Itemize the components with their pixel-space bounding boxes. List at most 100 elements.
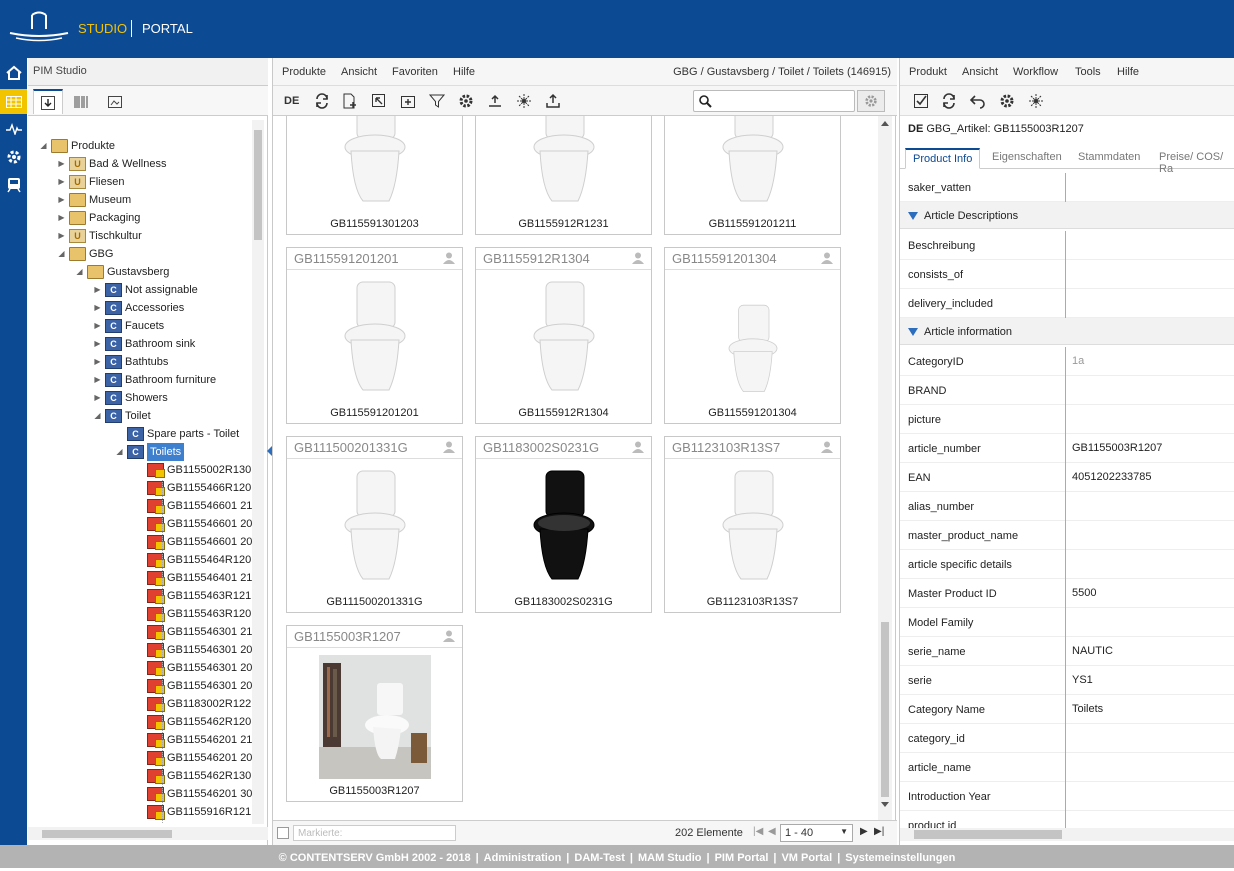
scroll-up-icon[interactable] (881, 121, 889, 126)
checkin-icon[interactable] (911, 91, 931, 111)
section-toggle-icon[interactable] (908, 212, 918, 220)
property-value[interactable]: 1a (1072, 355, 1084, 367)
tree-node[interactable]: ▶ Packaging (56, 209, 140, 227)
expand-toggle-icon[interactable]: ▶ (92, 299, 103, 317)
tree-node[interactable]: C Spare parts - Toilet (114, 425, 239, 443)
undo-icon[interactable] (968, 91, 988, 111)
menu-produkte[interactable]: Produkte (282, 66, 326, 78)
property-value[interactable]: Toilets (1072, 703, 1103, 715)
product-card[interactable]: GB115591201304 GB115591201304 (664, 247, 841, 424)
tab-tree[interactable] (33, 89, 63, 114)
section-toggle-icon[interactable] (908, 328, 918, 336)
train-icon[interactable] (0, 172, 27, 197)
tree-node[interactable]: GB1183002R122 (134, 695, 251, 713)
tree-node[interactable]: ▶ C Bathroom furniture (92, 371, 216, 389)
tree-node[interactable]: ▶ U Fliesen (56, 173, 124, 191)
footer-link[interactable]: MAM Studio (638, 852, 702, 864)
home-icon[interactable] (0, 60, 27, 85)
user-icon[interactable] (632, 441, 644, 453)
tree-node[interactable]: GB115546601 20 (134, 515, 252, 533)
menu-hilfe[interactable]: Hilfe (1117, 66, 1139, 78)
tree-node[interactable]: GB115546601 20 (134, 533, 252, 551)
menu-workflow[interactable]: Workflow (1013, 66, 1058, 78)
product-card[interactable]: GB1123103R13S7 GB1123103R13S7 (664, 436, 841, 613)
product-card[interactable]: GB1155912R1304 GB1155912R1304 (475, 247, 652, 424)
tree-node[interactable]: GB1155462R130 (134, 767, 251, 785)
scroll-thumb[interactable] (881, 622, 889, 797)
tab-preise[interactable]: Preise/ COS/ Ra (1152, 148, 1234, 175)
expand-toggle-icon[interactable]: ▶ (56, 173, 67, 191)
select-icon[interactable] (369, 91, 389, 111)
tree-node[interactable]: GB115546201 30 (134, 785, 252, 803)
footer-link[interactable]: DAM-Test (574, 852, 625, 864)
refresh-icon[interactable] (939, 91, 959, 111)
tree-node[interactable]: ▶ C Faucets (92, 317, 164, 335)
property-value[interactable]: YS1 (1072, 674, 1093, 686)
tree-node[interactable]: GB115546201 21 (134, 731, 252, 749)
network-icon[interactable] (1026, 91, 1046, 111)
tree-node[interactable]: ◢ Produkte (38, 137, 115, 155)
tab-eigenschaften[interactable]: Eigenschaften (985, 148, 1069, 169)
settings-icon[interactable] (0, 144, 27, 169)
gear-icon[interactable] (456, 91, 476, 111)
search-settings-icon[interactable] (857, 90, 885, 112)
footer-link[interactable]: VM Portal (781, 852, 832, 864)
next-page-icon[interactable]: ▶ (860, 826, 868, 837)
new-item-icon[interactable] (340, 91, 360, 111)
expand-toggle-icon[interactable]: ▶ (92, 281, 103, 299)
property-value[interactable]: 5500 (1072, 587, 1096, 599)
studio-link[interactable]: STUDIO (78, 21, 127, 36)
tree-node[interactable]: ◢ C Toilet (92, 407, 151, 425)
footer-link[interactable]: Administration (484, 852, 562, 864)
collapse-toggle-icon[interactable]: ◢ (56, 245, 67, 263)
prev-page-icon[interactable]: ◀ (768, 826, 776, 837)
portal-link[interactable]: PORTAL (142, 21, 193, 36)
collapse-toggle-icon[interactable]: ◢ (38, 137, 49, 155)
tree-node[interactable]: GB115546601 21 (134, 497, 252, 515)
detail-horizontal-scrollbar[interactable] (900, 828, 1234, 841)
tree-vertical-scrollbar[interactable] (252, 120, 264, 824)
expand-toggle-icon[interactable]: ▶ (92, 335, 103, 353)
scroll-down-icon[interactable] (881, 802, 889, 807)
tree-node[interactable]: ◢ GBG (56, 245, 113, 263)
tree-node[interactable]: ▶ Museum (56, 191, 131, 209)
grid-vertical-scrollbar[interactable] (878, 116, 892, 824)
network-icon[interactable] (514, 91, 534, 111)
tab-product-info[interactable]: Product Info (905, 148, 981, 169)
expand-toggle-icon[interactable]: ▶ (92, 371, 103, 389)
menu-ansicht[interactable]: Ansicht (962, 66, 998, 78)
language-selector[interactable]: DE (284, 95, 299, 107)
tree-node[interactable]: GB115546301 20 (134, 641, 252, 659)
tree-node[interactable]: GB115546201 20 (134, 749, 252, 767)
expand-toggle-icon[interactable]: ▶ (92, 317, 103, 335)
collapse-toggle-icon[interactable]: ◢ (114, 443, 125, 461)
product-card[interactable]: GB1155003R1207 GB1155003R1207 (286, 625, 463, 802)
tree-node[interactable]: GB1155464R120 (134, 551, 251, 569)
menu-hilfe[interactable]: Hilfe (453, 66, 475, 78)
user-icon[interactable] (443, 630, 455, 642)
property-value[interactable]: GB1155003R1207 (1072, 442, 1162, 454)
menu-ansicht[interactable]: Ansicht (341, 66, 377, 78)
page-select[interactable]: 1 - 40 ▼ (780, 824, 853, 842)
scroll-thumb[interactable] (914, 830, 1062, 839)
expand-toggle-icon[interactable]: ▶ (92, 389, 103, 407)
tree-node[interactable]: ◢ C Toilets (114, 443, 185, 461)
first-page-icon[interactable]: |◀ (753, 826, 763, 837)
tree-node[interactable]: GB115546401 21 (134, 569, 252, 587)
expand-toggle-icon[interactable]: ▶ (56, 227, 67, 245)
collapse-toggle-icon[interactable]: ◢ (74, 263, 85, 281)
expand-toggle-icon[interactable]: ▶ (56, 191, 67, 209)
property-value[interactable]: 4051202233785 (1072, 471, 1152, 483)
product-card[interactable]: GB115591301203 (286, 116, 463, 235)
tab-barcode[interactable] (66, 89, 96, 114)
tree-node[interactable]: ▶ C Bathroom sink (92, 335, 195, 353)
filter-icon[interactable] (427, 91, 447, 111)
expand-toggle-icon[interactable]: ▶ (56, 209, 67, 227)
tab-stammdaten[interactable]: Stammdaten (1071, 148, 1147, 169)
menu-favoriten[interactable]: Favoriten (392, 66, 438, 78)
tree-node[interactable]: GB1155463R121 (134, 587, 251, 605)
table-icon[interactable] (0, 89, 27, 114)
tree-node[interactable]: GB1155463R120 (134, 605, 251, 623)
tree-node[interactable]: GB1155462R120 (134, 713, 251, 731)
tree-node[interactable]: ▶ C Bathtubs (92, 353, 168, 371)
